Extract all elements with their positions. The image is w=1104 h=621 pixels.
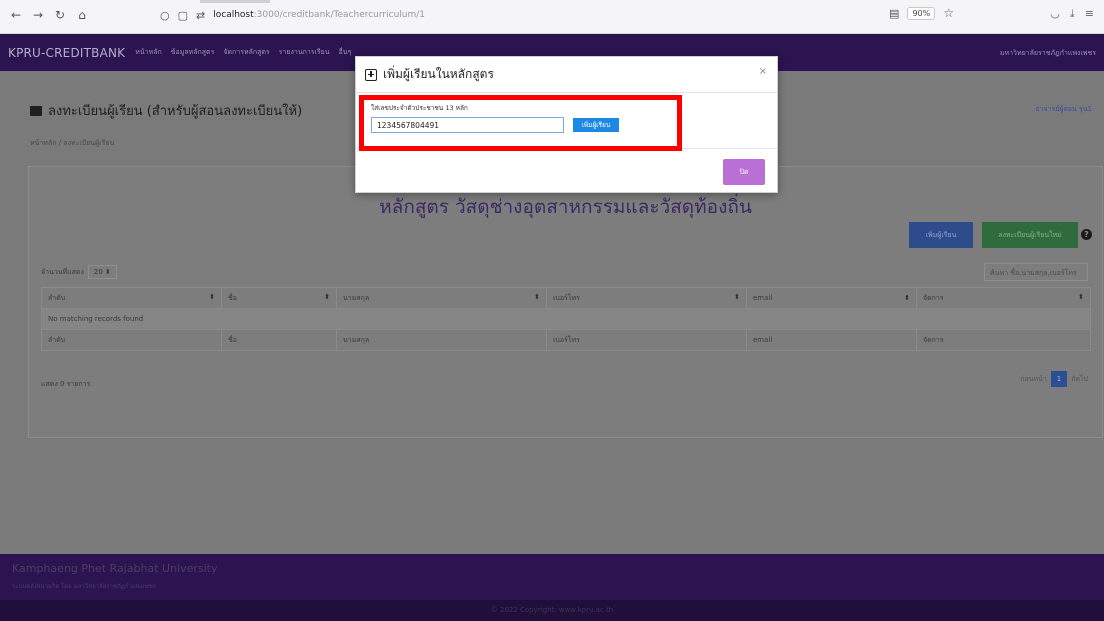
footer-col-email: email: [746, 329, 917, 351]
footer-university-name: Kamphaeng Phet Rajabhat University: [12, 562, 218, 575]
zoom-level[interactable]: 90%: [907, 6, 936, 20]
modal-header: เพิ่มผู้เรียนในหลักสูตร ×: [356, 57, 777, 93]
no-records-text: No matching records found: [41, 308, 1091, 330]
page-title-text: ลงทะเบียนผู้เรียน (สำหรับผู้สอนลงทะเบียน…: [48, 104, 303, 119]
footer-col-manage: จัดการ: [916, 329, 1091, 351]
shield-icon: ○: [160, 8, 170, 22]
register-new-student-button[interactable]: ลงทะเบียนผู้เรียนใหม่: [982, 222, 1078, 248]
table-header-row: ลำดับ ⬍ ชื่อ ⬍ นามสกุล ⬍ เบอร์โทร ⬍ email ⬍ จ…: [41, 287, 1091, 309]
brand-logo[interactable]: KPRU-CREDITBANK: [8, 46, 125, 60]
records-summary: แสดง 0 รายการ: [41, 380, 91, 388]
menu-icon[interactable]: ≡: [1085, 7, 1094, 21]
search-input[interactable]: ค้นหา ชื่อ,นามสกุล,เบอร์โทร: [984, 263, 1088, 281]
page-size-select[interactable]: 20 ⬍: [87, 265, 117, 279]
footer-col-surname: นามสกุล: [336, 329, 547, 351]
download-icon[interactable]: ⤓: [1070, 7, 1075, 21]
pager-next[interactable]: ถัดไป: [1071, 374, 1088, 385]
footer-col-phone: เบอร์โทร: [546, 329, 747, 351]
column-header-surname[interactable]: นามสกุล ⬍: [336, 287, 547, 309]
modal-title: เพิ่มผู้เรียนในหลักสูตร: [383, 67, 494, 81]
footer-subtitle: ระบบคลังหน่วยกิต โดย มหาวิทยาลัยราชภัฏกำ…: [12, 583, 156, 590]
address-bar[interactable]: ○ ▢ ⇄ localhost:3000/creditbank/Teacherc…: [160, 4, 680, 26]
back-icon[interactable]: ←: [8, 8, 24, 22]
students-table: ลำดับ ⬍ ชื่อ ⬍ นามสกุล ⬍ เบอร์โทร ⬍ email ⬍ จ…: [41, 287, 1091, 351]
column-header-manage[interactable]: จัดการ ⬍: [916, 287, 1091, 309]
page-title: ลงทะเบียนผู้เรียน (สำหรับผู้สอนลงทะเบียน…: [30, 100, 302, 121]
nav-item-course-info[interactable]: ข้อมูลหลักสูตร: [171, 47, 215, 58]
url-text: localhost:3000/creditbank/Teachercurricu…: [213, 10, 426, 20]
pagination: ก่อนหน้า 1 ถัดไป: [1020, 371, 1088, 387]
breadcrumb[interactable]: หน้าหลัก / ลงทะเบียนผู้เรียน: [30, 138, 114, 149]
browser-chrome: ← → ↻ ⌂ ○ ▢ ⇄ localhost:3000/creditbank/…: [0, 0, 1104, 34]
pocket-icon[interactable]: ◡: [1050, 7, 1060, 21]
reader-icon[interactable]: ▤: [889, 7, 899, 20]
forward-icon[interactable]: →: [30, 8, 46, 22]
nav-item-manage-course[interactable]: จัดการหลักสูตร: [223, 47, 269, 58]
modal-add-student-button[interactable]: เพิ่มผู้เรียน: [573, 118, 619, 132]
column-header-email[interactable]: email ⬍: [746, 287, 917, 309]
page-icon: ▢: [177, 8, 189, 22]
footer-col-name: ชื่อ: [221, 329, 337, 351]
table-footer-row: ลำดับ ชื่อ นามสกุล เบอร์โทร email จัดการ: [41, 329, 1091, 351]
modal-divider: [356, 148, 777, 149]
nav-item-home[interactable]: หน้าหลัก: [135, 47, 161, 58]
bookmark-star-icon[interactable]: ☆: [943, 6, 954, 20]
column-header-order[interactable]: ลำดับ ⬍: [41, 287, 222, 309]
nav-item-other[interactable]: อื่นๆ: [339, 47, 352, 58]
calendar-plus-icon: [365, 68, 377, 81]
teacher-link[interactable]: อาจารย์ผู้สอน รุ่น1: [1035, 104, 1092, 115]
university-link[interactable]: มหาวิทยาลัยราชภัฏกำแพงเพชร: [1000, 48, 1096, 59]
page-size-control: จำนวนที่แสดง 20 ⬍: [41, 265, 117, 279]
list-icon: [30, 105, 42, 116]
pager-prev[interactable]: ก่อนหน้า: [1020, 374, 1047, 385]
citizen-id-input[interactable]: [371, 117, 564, 133]
citizen-id-label: ใส่เลขประจำตัวประชาชน 13 หลัก: [371, 104, 468, 112]
add-student-button[interactable]: เพิ่มผู้เรียน: [909, 222, 973, 248]
close-icon[interactable]: ×: [759, 66, 767, 77]
empty-row: No matching records found: [41, 308, 1091, 330]
pager-current-page[interactable]: 1: [1050, 371, 1068, 387]
nav-item-report[interactable]: รายงานการเรียน: [279, 47, 330, 58]
course-card: หลักสูตร วัสดุช่างอุตสาหกรรมและวัสดุท้อง…: [28, 166, 1103, 438]
page-size-label: จำนวนที่แสดง: [41, 267, 84, 276]
connection-icon: ⇄: [196, 8, 206, 22]
column-header-name[interactable]: ชื่อ ⬍: [221, 287, 337, 309]
add-student-modal: เพิ่มผู้เรียนในหลักสูตร × ใส่เลขประจำตัว…: [355, 56, 778, 193]
course-title: หลักสูตร วัสดุช่างอุตสาหกรรมและวัสดุท้อง…: [379, 196, 752, 218]
copyright-bar: © 2022 Copyright: www.kpru.ac.th: [0, 600, 1104, 621]
main-menu: หน้าหลัก ข้อมูลหลักสูตร จัดการหลักสูตร ร…: [135, 47, 351, 58]
reload-icon[interactable]: ↻: [52, 8, 68, 22]
site-footer: Kamphaeng Phet Rajabhat University ระบบค…: [0, 554, 1104, 600]
tab-indicator: [200, 0, 270, 3]
modal-close-button[interactable]: ปิด: [723, 159, 765, 185]
column-header-phone[interactable]: เบอร์โทร ⬍: [546, 287, 747, 309]
help-icon[interactable]: ?: [1081, 229, 1092, 240]
home-icon[interactable]: ⌂: [74, 8, 90, 22]
footer-col-order: ลำดับ: [41, 329, 222, 351]
